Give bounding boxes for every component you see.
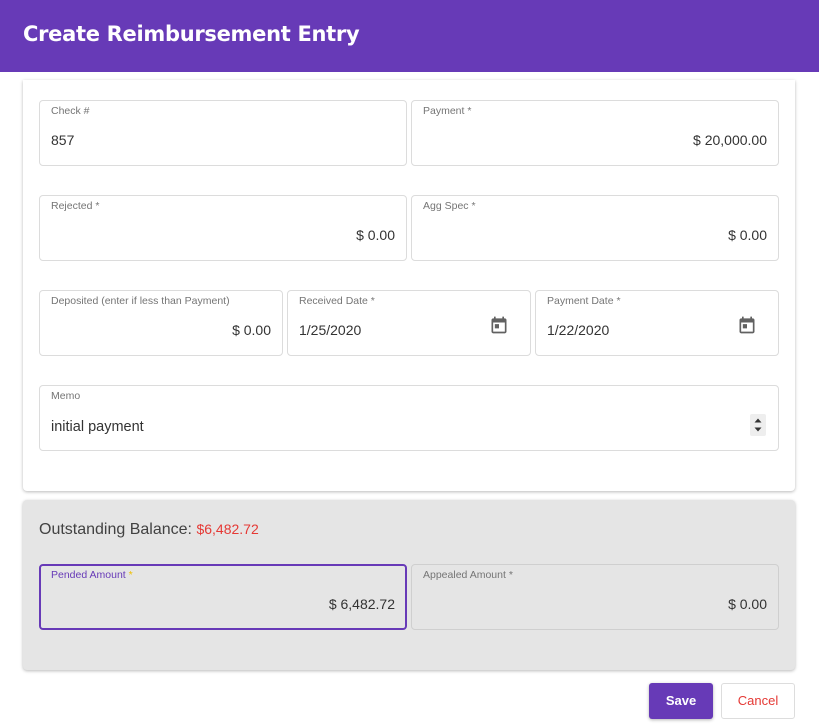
agg-spec-value[interactable]: $ 0.00 <box>728 227 767 243</box>
check-number-label: Check # <box>51 105 90 117</box>
outstanding-balance-value: $6,482.72 <box>196 521 259 537</box>
payment-date-label: Payment Date * <box>547 295 621 307</box>
pended-amount-field[interactable]: Pended Amount * $ 6,482.72 <box>39 564 407 630</box>
received-date-field[interactable]: Received Date * 1/25/2020 <box>287 290 531 356</box>
pended-amount-label: Pended Amount * <box>51 569 133 581</box>
dialog-title: Create Reimbursement Entry <box>23 22 360 46</box>
payment-label: Payment * <box>423 105 472 117</box>
appealed-amount-value[interactable]: $ 0.00 <box>728 596 767 612</box>
memo-label: Memo <box>51 390 81 402</box>
rejected-value[interactable]: $ 0.00 <box>356 227 395 243</box>
spinner-arrows-icon[interactable] <box>750 414 766 436</box>
payment-date-field[interactable]: Payment Date * 1/22/2020 <box>535 290 779 356</box>
payment-date-value[interactable]: 1/22/2020 <box>547 322 609 338</box>
outstanding-balance-label: Outstanding Balance: $6,482.72 <box>39 521 259 538</box>
cancel-button[interactable]: Cancel <box>721 683 795 719</box>
check-number-field[interactable]: Check # 857 <box>39 100 407 166</box>
memo-field[interactable]: Memo initial payment <box>39 385 779 451</box>
pended-amount-value[interactable]: $ 6,482.72 <box>329 596 395 612</box>
received-date-value[interactable]: 1/25/2020 <box>299 322 361 338</box>
dialog-header: Create Reimbursement Entry <box>0 0 819 72</box>
check-number-value[interactable]: 857 <box>51 132 74 148</box>
save-button[interactable]: Save <box>649 683 713 719</box>
rejected-label: Rejected * <box>51 200 100 212</box>
agg-spec-label: Agg Spec * <box>423 200 476 212</box>
appealed-amount-field[interactable]: Appealed Amount * $ 0.00 <box>411 564 779 630</box>
appealed-amount-label: Appealed Amount * <box>423 569 513 581</box>
calendar-icon[interactable] <box>737 315 757 335</box>
agg-spec-field[interactable]: Agg Spec * $ 0.00 <box>411 195 779 261</box>
rejected-field[interactable]: Rejected * $ 0.00 <box>39 195 407 261</box>
received-date-label: Received Date * <box>299 295 375 307</box>
memo-value[interactable]: initial payment <box>51 419 144 435</box>
deposited-value[interactable]: $ 0.00 <box>232 322 271 338</box>
deposited-label: Deposited (enter if less than Payment) <box>51 295 230 307</box>
calendar-icon[interactable] <box>489 315 509 335</box>
payment-value[interactable]: $ 20,000.00 <box>693 132 767 148</box>
payment-field[interactable]: Payment * $ 20,000.00 <box>411 100 779 166</box>
deposited-field[interactable]: Deposited (enter if less than Payment) $… <box>39 290 283 356</box>
